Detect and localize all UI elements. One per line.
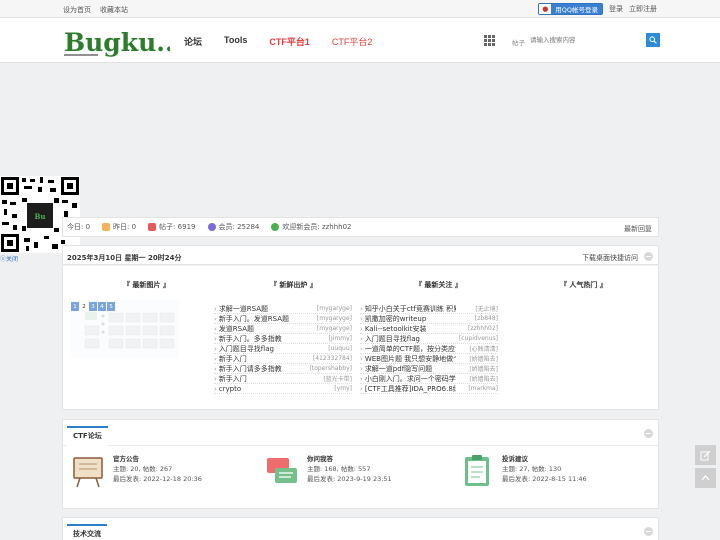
post-new-button[interactable] (695, 445, 716, 465)
list-item[interactable]: WEB图片题 我只想安静地做个美男[娇嫱陷去] (360, 354, 498, 364)
forum-item-feedback[interactable]: 投诉建议 主题: 27, 帖数: 130 最后发表: 2022-8-15 11:… (460, 454, 587, 488)
popular-title: 『 人气热门 』 (560, 281, 607, 289)
list-item[interactable]: 求解一道RSA题[mygaryge] (214, 304, 352, 314)
qr-close-link[interactable]: ⓧ关闭 (0, 254, 18, 263)
logo-text: Bugku... (64, 28, 170, 57)
qq-login-label: 用QQ帐号登录 (555, 6, 598, 14)
nav-tools[interactable]: Tools (224, 35, 247, 48)
list-item[interactable]: 新手入门请多多指教[topershabby] (214, 364, 352, 374)
forum-last-post[interactable]: 最后发表: 2022-8-15 11:46 (502, 474, 587, 484)
forum-stats: 主题: 27, 帖数: 130 (502, 465, 562, 473)
main-nav: 论坛 Tools CTF平台1 CTF平台2 (184, 35, 394, 48)
forum-last-post[interactable]: 最后发表: 2022-12-18 20:36 (113, 474, 202, 484)
nav-ctf-platform-2[interactable]: CTF平台2 (332, 35, 373, 48)
back-to-top-button[interactable] (695, 468, 716, 488)
set-homepage-link[interactable]: 设为首页 (63, 5, 91, 15)
forum-name[interactable]: 官方公告 (113, 454, 202, 464)
list-item[interactable]: crypto[ymy] (214, 384, 352, 394)
yesterday-count: 昨日: 0 (113, 223, 137, 231)
list-item[interactable]: 新手入门。多多指教[Jimmy] (214, 334, 352, 344)
portal-lists: 『 最新图片 』 『 新鲜出炉 』 『 最新关注 』 『 人气热门 』 1 2 … (62, 266, 659, 410)
site-header: Bugku... 论坛 Tools CTF平台1 CTF平台2 帖子 (0, 18, 720, 63)
current-datetime: 2025年3月10日 星期一 20时24分 (67, 254, 182, 262)
edit-icon (700, 450, 711, 460)
today-count: 今日: 0 (67, 223, 91, 231)
section-collapse-icon[interactable] (644, 527, 653, 536)
apps-grid-icon[interactable] (484, 35, 495, 46)
top-bar: 设为首页 收藏本站 ● 用QQ帐号登录 登录 立即注册 (0, 0, 720, 18)
calendar-icon (102, 223, 111, 231)
new-member-icon (271, 223, 280, 231)
stats-bar: 今日: 0 昨日: 0 帖子: 6919 会员: 25284 欢迎新会员: zz… (62, 217, 659, 237)
slide-page-1[interactable]: 1 (71, 302, 79, 311)
qr-code-image: Bu (0, 176, 80, 253)
list-item[interactable]: 求解一道pdf隐写问题[娇嫱陷去] (360, 364, 498, 374)
members-count: 会员: 25284 (218, 223, 260, 231)
forum-item-announcements[interactable]: 官方公告 主题: 20, 帖数: 267 最后发表: 2022-12-18 20… (71, 454, 202, 488)
section-tab-ctf[interactable]: CTF论坛 (67, 426, 108, 446)
ctf-forum-section: CTF论坛 官方公告 主题: 20, 帖数: 267 最后发表: 2022-12… (62, 419, 659, 509)
list-item[interactable]: 新手入门。发道RSA题[mygaryge] (214, 314, 352, 324)
list-item[interactable]: 入门题目寻找flag[cupidvenus] (360, 334, 498, 344)
list-item[interactable]: 发道RSA题[mygaryge] (214, 324, 352, 334)
forum-item-qa[interactable]: 你问我答 主题: 168, 帖数: 557 最后发表: 2023-9-19 23… (265, 454, 392, 488)
register-link[interactable]: 立即注册 (629, 4, 657, 14)
announcement-board-icon (73, 457, 103, 488)
forum-stats: 主题: 168, 帖数: 557 (307, 465, 371, 473)
svg-text:Bu: Bu (34, 212, 45, 221)
posts-icon (148, 223, 157, 231)
search-input[interactable] (528, 33, 646, 47)
bugku-logo[interactable]: Bugku... (64, 26, 170, 58)
list-item[interactable]: 小白刚入门。求问一个密码学问题[娇嫱陷去] (360, 374, 498, 384)
list-item[interactable]: 入门题目寻找flag[uuquu] (214, 344, 352, 354)
forum-name[interactable]: 投诉建议 (502, 454, 587, 464)
search-button[interactable] (646, 33, 660, 47)
list-item[interactable]: 知乎小白关于ctf竞赛训练 积累的 ...[无止境] (360, 304, 498, 314)
desktop-shortcut-link[interactable]: 下载桌面快捷访问 (582, 253, 638, 263)
list-item[interactable]: [CTF工具推荐]IDA_PRO6.8绿色版_ ...[markma] (360, 384, 498, 394)
search-type-select[interactable]: 帖子 (512, 37, 525, 47)
collapse-toggle-icon[interactable] (644, 252, 653, 261)
list-item[interactable]: 一道简单的CTF题，按分类应该为 ...[心贱清清] (360, 344, 498, 354)
new-posts-list: 求解一道RSA题[mygaryge] 新手入门。发道RSA题[mygaryge]… (214, 304, 352, 394)
slide-page-3[interactable]: 3 (89, 302, 97, 311)
welcome-new-member[interactable]: 欢迎新会员: zzhhh02 (282, 222, 351, 232)
forum-name[interactable]: 你问我答 (307, 454, 392, 464)
slide-pager: 1 2 3 4 5 (71, 302, 115, 311)
slide-page-2[interactable]: 2 (80, 302, 88, 311)
nav-forum[interactable]: 论坛 (184, 35, 202, 48)
slide-page-4[interactable]: 4 (98, 302, 106, 311)
bookmark-link[interactable]: 收藏本站 (100, 5, 128, 15)
login-link[interactable]: 登录 (609, 4, 623, 14)
clipboard-icon (465, 455, 489, 486)
arrow-up-icon (701, 474, 710, 480)
tech-exchange-section: 技术交流 (62, 517, 659, 540)
qq-login-button[interactable]: ● 用QQ帐号登录 (538, 3, 603, 15)
latest-images-title: 『 最新图片 』 (123, 281, 170, 289)
latest-replies-link[interactable]: 最新回复 (624, 224, 652, 234)
slide-page-5[interactable]: 5 (107, 302, 115, 311)
section-collapse-icon[interactable] (644, 429, 653, 438)
posts-count: 帖子: 6919 (159, 223, 196, 231)
chat-bubbles-icon (267, 458, 297, 483)
search-icon (649, 36, 657, 44)
list-item[interactable]: 新手入门[蓝光卡带] (214, 374, 352, 384)
qq-icon: ● (539, 4, 552, 14)
focus-posts-list: 知乎小白关于ctf竞赛训练 积累的 ...[无止境] 凯撒加密的writeup[… (360, 304, 498, 394)
forum-last-post[interactable]: 最后发表: 2023-9-19 23:51 (307, 474, 392, 484)
members-icon (207, 223, 216, 231)
list-item[interactable]: 新手入门[412332784] (214, 354, 352, 364)
list-item[interactable]: 凯撒加密的writeup[zb848] (360, 314, 498, 324)
date-bar: 2025年3月10日 星期一 20时24分 下载桌面快捷访问 (62, 245, 659, 265)
forum-stats: 主题: 20, 帖数: 267 (113, 465, 173, 473)
list-item[interactable]: Kali--setoolkit安装[zzhhh02] (360, 324, 498, 334)
nav-ctf-platform-1[interactable]: CTF平台1 (269, 35, 310, 48)
new-posts-title: 『 新鲜出炉 』 (270, 281, 317, 289)
latest-focus-title: 『 最新关注 』 (415, 281, 462, 289)
section-tab-tech[interactable]: 技术交流 (67, 524, 107, 540)
